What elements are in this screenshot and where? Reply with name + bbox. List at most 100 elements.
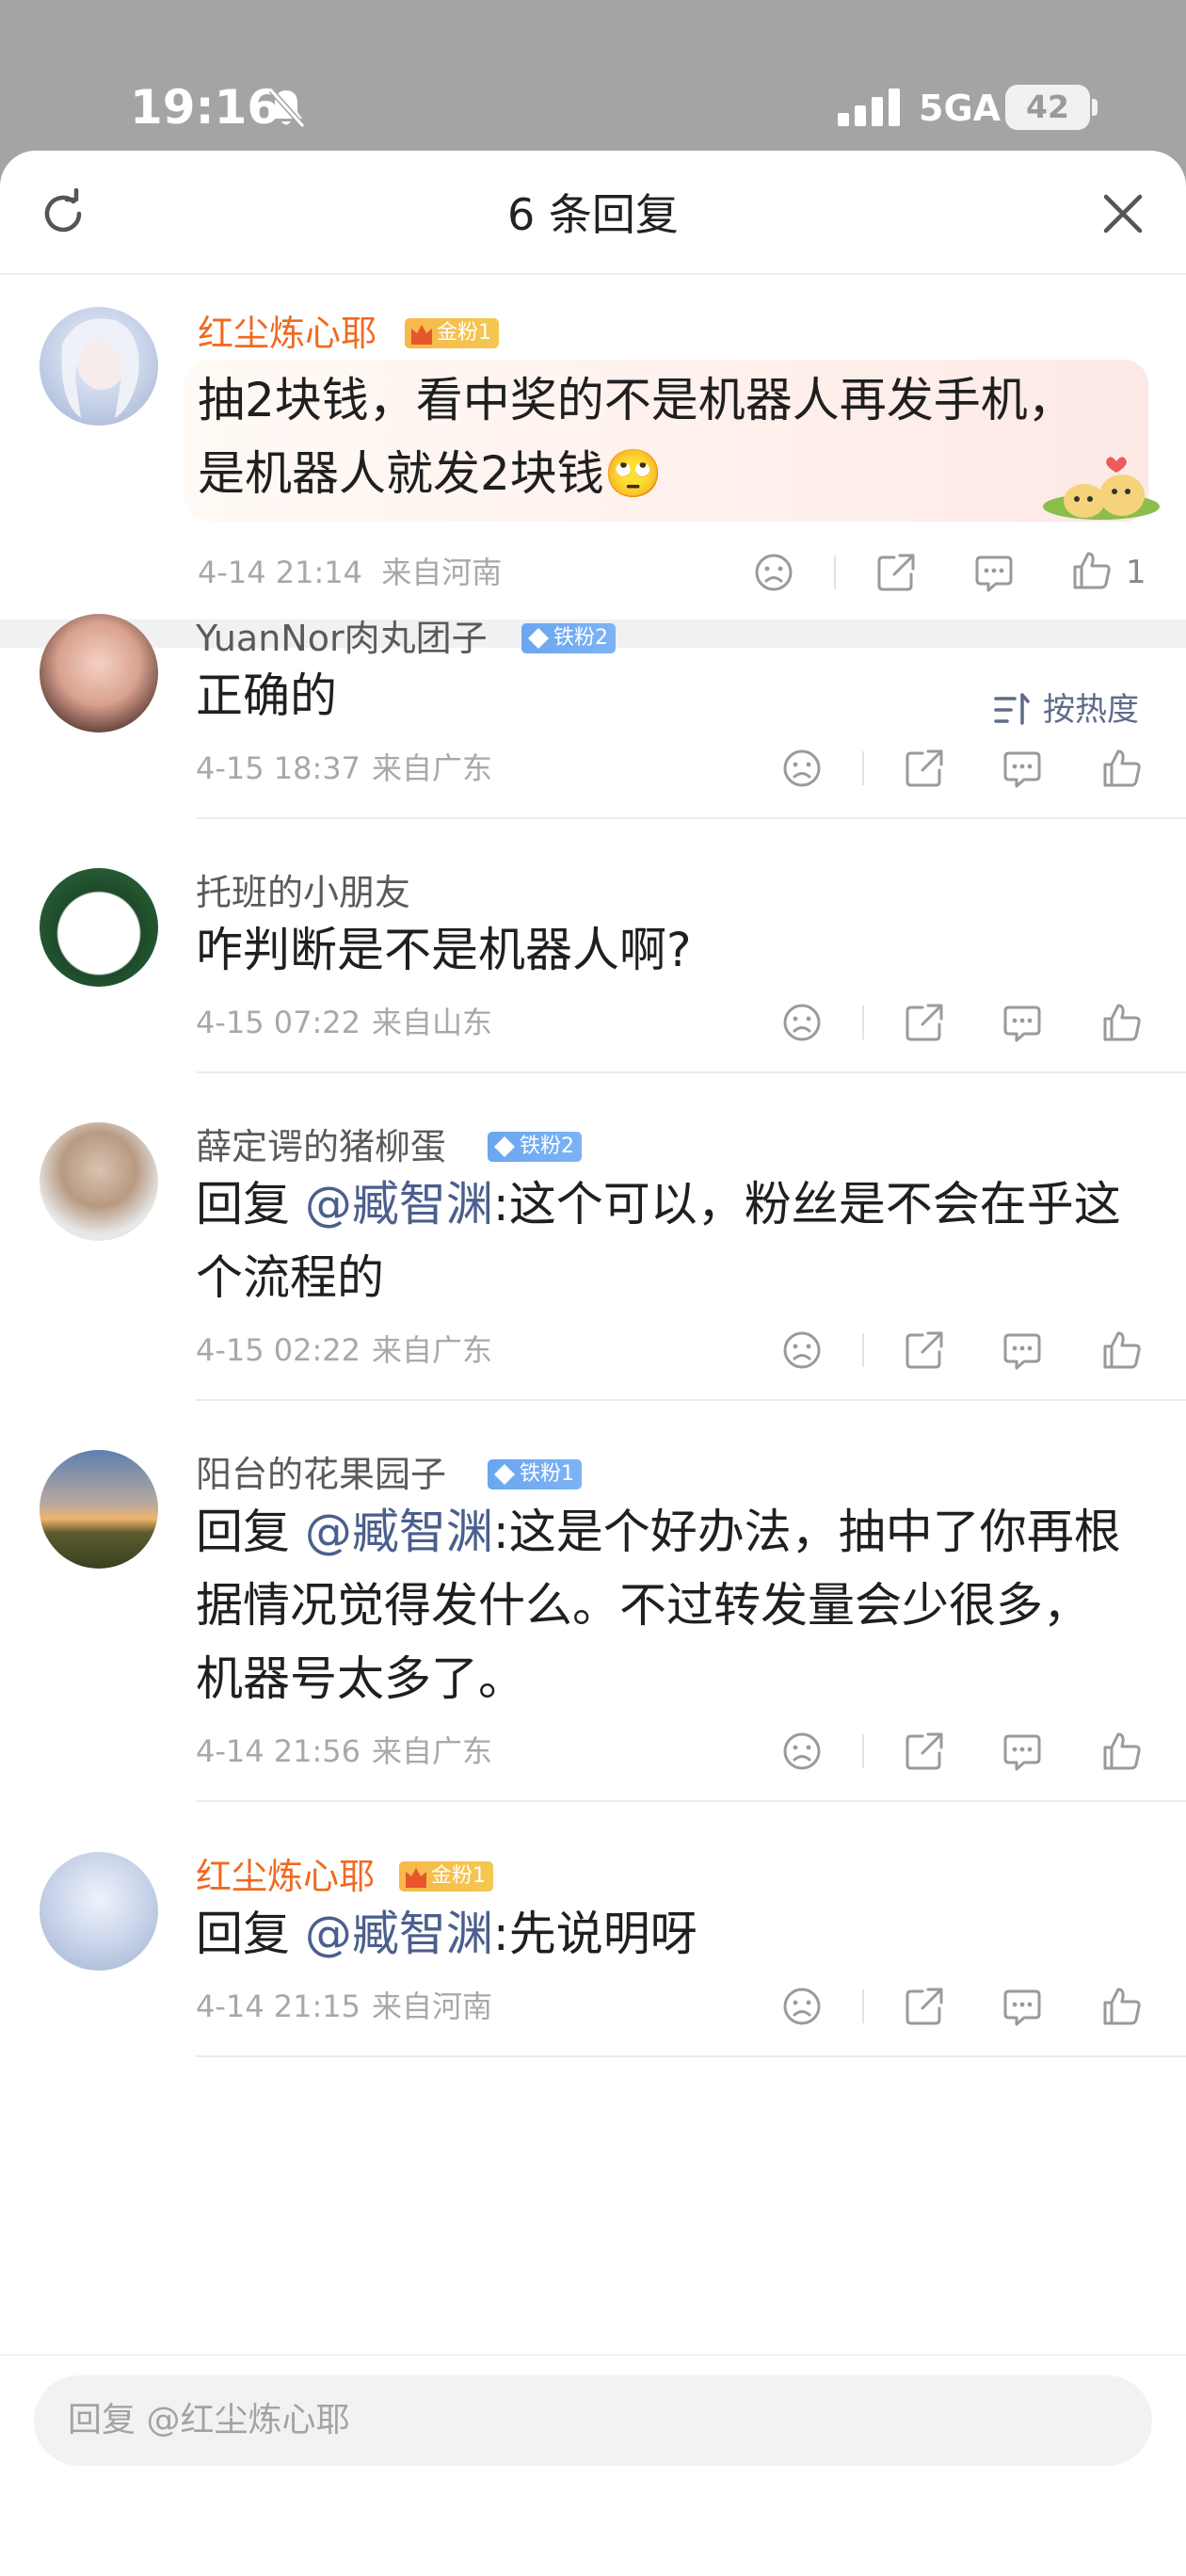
like-icon[interactable] bbox=[1101, 1986, 1143, 2027]
battery-indicator: 42 bbox=[1005, 85, 1090, 130]
separator bbox=[862, 1006, 864, 1039]
avatar[interactable] bbox=[40, 307, 158, 426]
comment-icon[interactable] bbox=[1002, 1731, 1043, 1772]
reply-divider bbox=[196, 1399, 1186, 1401]
username[interactable]: YuanNor肉丸团子 bbox=[196, 616, 488, 661]
separator bbox=[862, 751, 864, 785]
bottom-divider bbox=[0, 2354, 1186, 2356]
fan-badge: 金粉1 bbox=[399, 1861, 493, 1892]
avatar[interactable] bbox=[40, 1450, 158, 1569]
reply-location: 来自广东 bbox=[372, 1332, 493, 1368]
badge-label: 铁粉2 bbox=[520, 1135, 574, 1158]
comment-text: 抽2块钱，看中奖的不是机器人再发手机，是机器人就发2块钱🙄 bbox=[198, 373, 1075, 501]
reply-body: 咋判断是不是机器人啊? bbox=[196, 923, 692, 977]
crown-icon bbox=[411, 325, 432, 345]
dislike-icon[interactable] bbox=[781, 1986, 823, 2027]
dislike-icon[interactable] bbox=[753, 552, 794, 593]
reply-prefix: 回复 bbox=[196, 1907, 290, 1961]
reply-divider bbox=[196, 2055, 1186, 2057]
mention-link[interactable]: @臧智渊 bbox=[290, 1177, 493, 1232]
page-title: 6 条回复 bbox=[507, 189, 679, 240]
reply-prefix: 回复 bbox=[196, 1177, 290, 1232]
diamond-icon bbox=[494, 1464, 515, 1485]
avatar[interactable] bbox=[40, 614, 158, 733]
network-type: 5GA bbox=[919, 88, 1002, 129]
dislike-icon[interactable] bbox=[781, 1002, 823, 1043]
reply-text: 正确的 bbox=[196, 659, 1128, 733]
crown-icon bbox=[406, 1868, 426, 1888]
separator bbox=[834, 555, 836, 589]
status-time: 19:16 bbox=[130, 80, 280, 135]
reply-location: 来自广东 bbox=[372, 750, 493, 786]
reply-meta: 4-14 21:56 来自广东 bbox=[196, 1732, 492, 1770]
separator bbox=[862, 1989, 864, 2023]
reply-time: 4-15 18:37 bbox=[196, 750, 361, 786]
share-icon[interactable] bbox=[904, 1731, 945, 1772]
reply-time: 4-14 21:56 bbox=[196, 1733, 361, 1769]
avatar[interactable] bbox=[40, 1122, 158, 1241]
dislike-icon[interactable] bbox=[781, 1329, 823, 1371]
dislike-icon[interactable] bbox=[781, 1731, 823, 1772]
status-bar: 19:16 5GA 42 bbox=[0, 0, 1186, 151]
username[interactable]: 红尘炼心耶 bbox=[198, 311, 377, 356]
comment-icon[interactable] bbox=[1002, 1329, 1043, 1371]
reply-divider bbox=[196, 1800, 1186, 1802]
badge-label: 铁粉2 bbox=[553, 626, 608, 650]
reply-body: 正确的 bbox=[196, 668, 337, 723]
like-icon[interactable] bbox=[1101, 748, 1143, 789]
dislike-icon[interactable] bbox=[781, 748, 823, 789]
reply-time: 4-15 07:22 bbox=[196, 1005, 361, 1040]
sheet-header: 6 条回复 bbox=[0, 151, 1186, 275]
reply-text: 咋判断是不是机器人啊? bbox=[196, 913, 1128, 987]
reply-divider bbox=[196, 817, 1186, 819]
reply-body: :先说明呀 bbox=[492, 1907, 697, 1961]
fan-badge: 金粉1 bbox=[405, 318, 499, 348]
reply-meta: 4-14 21:15 来自河南 bbox=[196, 1988, 492, 2025]
reply-meta: 4-15 18:37 来自广东 bbox=[196, 749, 492, 787]
comment-icon[interactable] bbox=[1002, 1002, 1043, 1043]
comment-icon[interactable] bbox=[1002, 748, 1043, 789]
username[interactable]: 红尘炼心耶 bbox=[196, 1854, 375, 1899]
comment-icon[interactable] bbox=[973, 552, 1015, 593]
badge-label: 铁粉1 bbox=[520, 1462, 574, 1486]
share-icon[interactable] bbox=[875, 552, 917, 593]
close-icon[interactable] bbox=[1101, 192, 1145, 235]
mention-link[interactable]: @臧智渊 bbox=[290, 1505, 493, 1559]
separator bbox=[862, 1333, 864, 1367]
reply-location: 来自广东 bbox=[372, 1733, 493, 1769]
avatar[interactable] bbox=[40, 868, 158, 987]
username[interactable]: 托班的小朋友 bbox=[196, 870, 410, 915]
like-icon[interactable] bbox=[1101, 1002, 1143, 1043]
comment-meta: 4-14 21:14 来自河南 bbox=[198, 554, 502, 591]
reply-meta: 4-15 02:22 来自广东 bbox=[196, 1331, 492, 1369]
bell-muted-icon bbox=[268, 88, 306, 129]
avatar[interactable] bbox=[40, 1852, 158, 1971]
reply-location: 来自山东 bbox=[372, 1005, 493, 1040]
username[interactable]: 薛定谔的猪柳蛋 bbox=[196, 1124, 446, 1169]
fan-badge: 铁粉2 bbox=[488, 1132, 582, 1162]
reply-time: 4-15 02:22 bbox=[196, 1332, 361, 1368]
separator bbox=[862, 1734, 864, 1768]
badge-label: 金粉1 bbox=[437, 321, 491, 345]
share-icon[interactable] bbox=[904, 1986, 945, 2027]
reply-text: 回复 @臧智渊:先说明呀 bbox=[196, 1897, 1128, 1971]
reply-input[interactable]: 回复 @红尘炼心耶 bbox=[34, 2375, 1152, 2466]
reply-location: 来自河南 bbox=[372, 1988, 493, 2024]
like-icon[interactable] bbox=[1071, 550, 1113, 591]
battery-nub bbox=[1092, 99, 1098, 116]
diamond-icon bbox=[494, 1136, 515, 1157]
reply-prefix: 回复 bbox=[196, 1505, 290, 1559]
mention-link[interactable]: @臧智渊 bbox=[290, 1907, 493, 1961]
comment-icon[interactable] bbox=[1002, 1986, 1043, 2027]
diamond-icon bbox=[528, 628, 549, 649]
like-icon[interactable] bbox=[1101, 1329, 1143, 1371]
username[interactable]: 阳台的花果园子 bbox=[196, 1452, 446, 1497]
reply-text: 回复 @臧智渊:这是个好办法，抽中了你再根据情况觉得发什么。不过转发量会少很多，… bbox=[196, 1495, 1128, 1715]
mascot-sticker-icon bbox=[1043, 457, 1160, 520]
like-icon[interactable] bbox=[1101, 1731, 1143, 1772]
badge-label: 金粉1 bbox=[431, 1864, 486, 1888]
share-icon[interactable] bbox=[904, 748, 945, 789]
share-icon[interactable] bbox=[904, 1002, 945, 1043]
reply-placeholder: 回复 @红尘炼心耶 bbox=[68, 2401, 350, 2439]
share-icon[interactable] bbox=[904, 1329, 945, 1371]
